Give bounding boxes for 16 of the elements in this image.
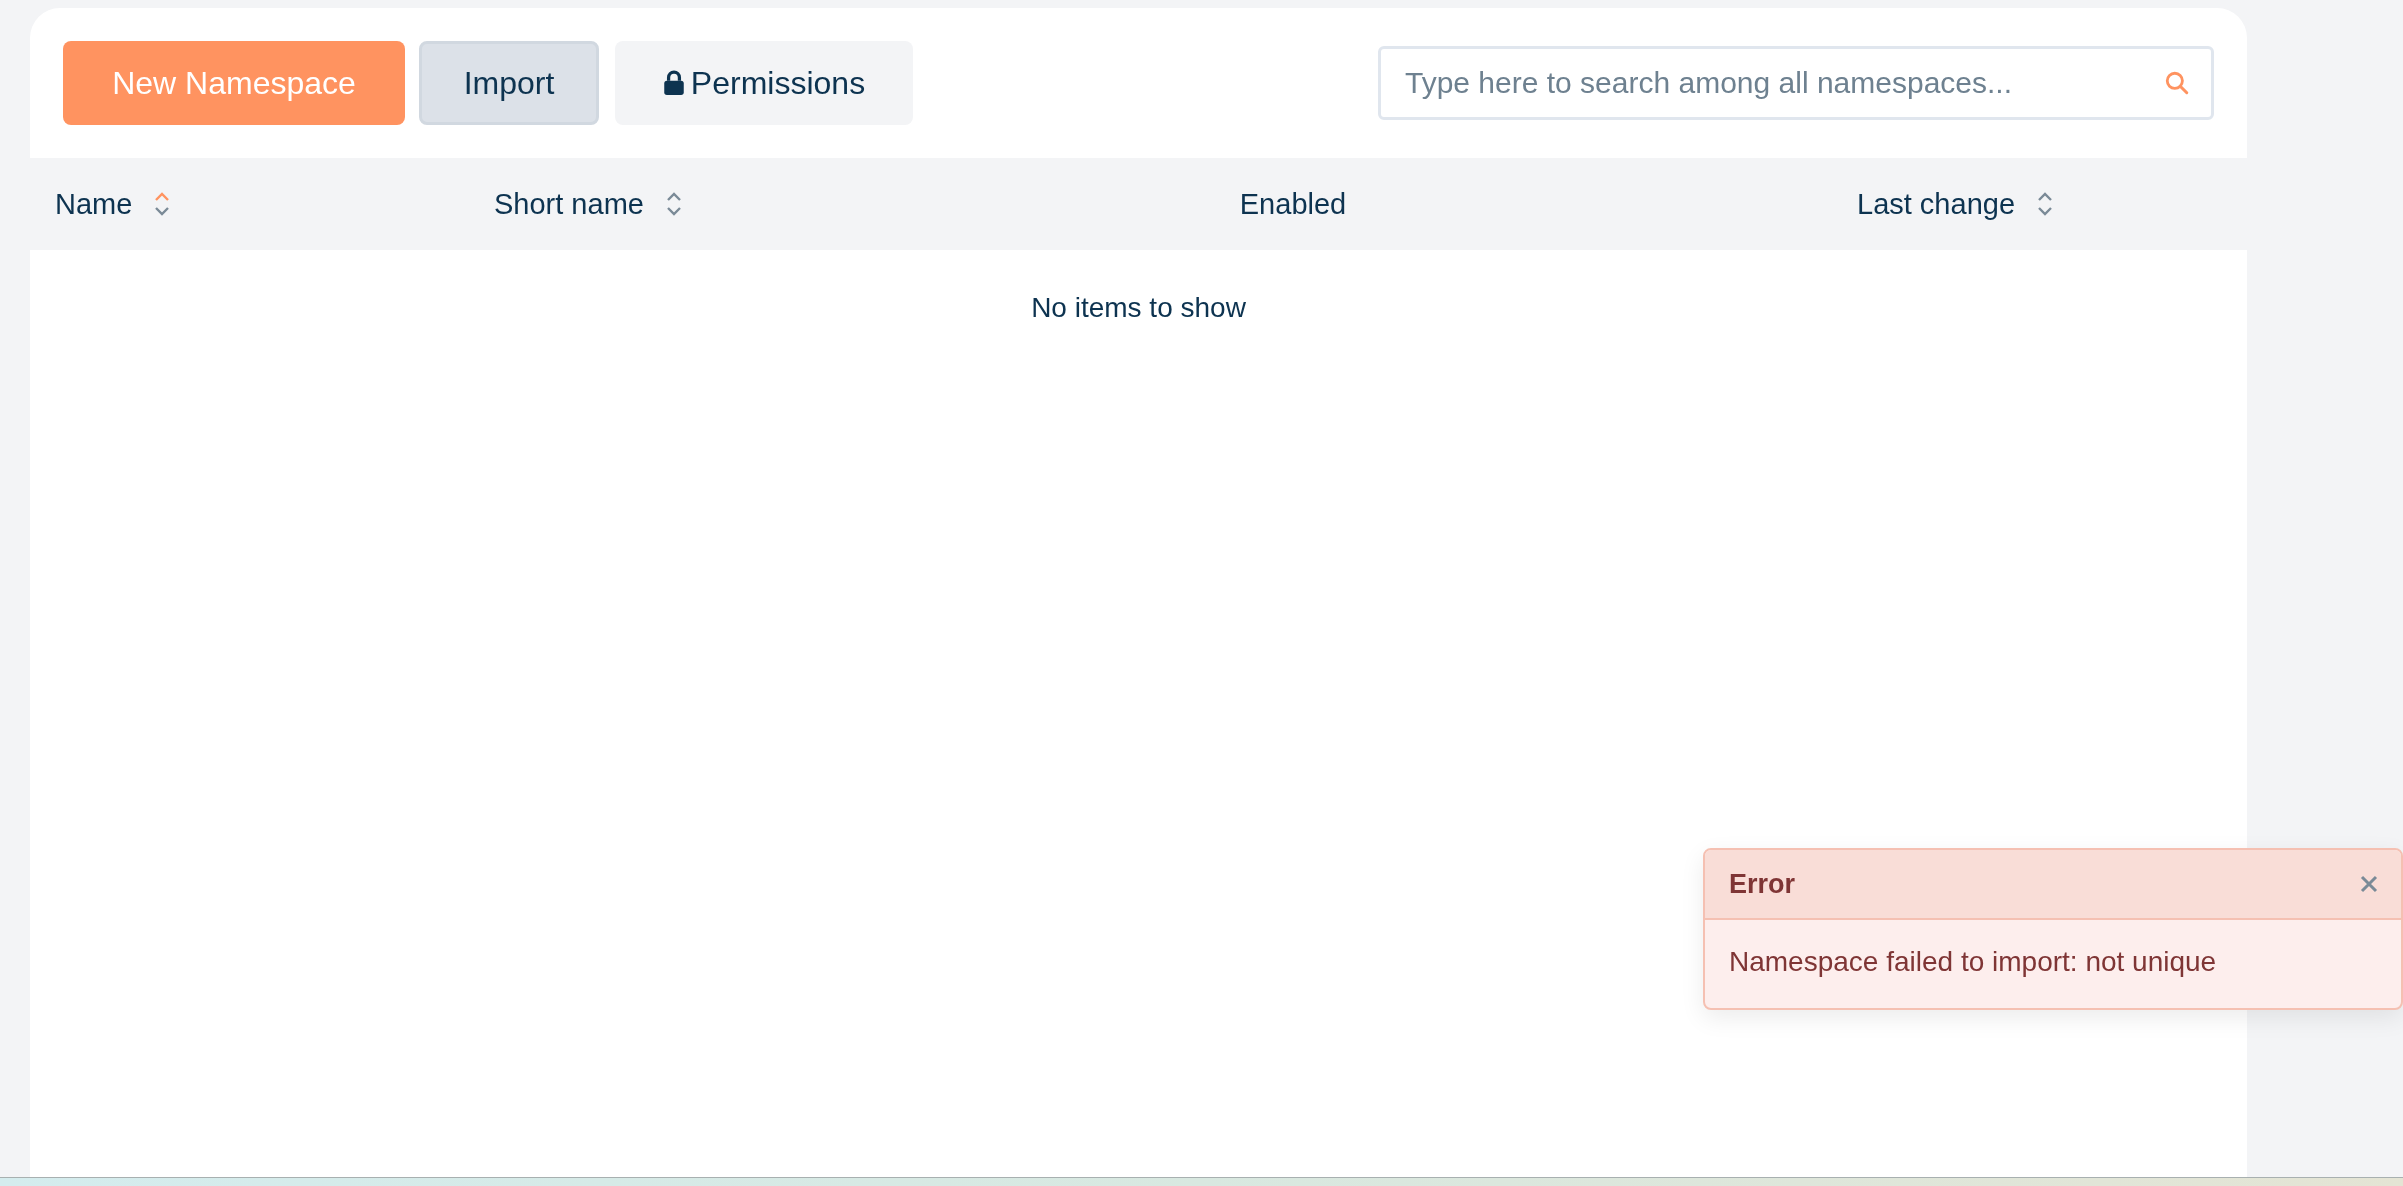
search-icon bbox=[2164, 70, 2190, 96]
permissions-button[interactable]: Permissions bbox=[615, 41, 913, 125]
sort-icon[interactable] bbox=[2037, 191, 2053, 217]
column-header[interactable]: Name bbox=[55, 187, 133, 221]
search-field[interactable]: Type here to search among all namespaces... bbox=[1378, 46, 2214, 120]
import-button[interactable]: Import bbox=[419, 41, 599, 125]
lock-icon bbox=[662, 70, 685, 96]
toast-title: Error bbox=[1729, 868, 1796, 900]
column-header[interactable]: Short name bbox=[494, 187, 644, 221]
column-header: Enabled bbox=[1239, 187, 1347, 221]
column-header[interactable]: Last change bbox=[1857, 187, 2015, 221]
close-icon[interactable] bbox=[2359, 874, 2379, 894]
toast-message: Namespace failed to import: not unique bbox=[1729, 946, 2217, 977]
sort-icon[interactable] bbox=[665, 191, 682, 217]
empty-message: No items to show bbox=[1031, 292, 1246, 323]
sort-icon[interactable] bbox=[154, 191, 171, 217]
